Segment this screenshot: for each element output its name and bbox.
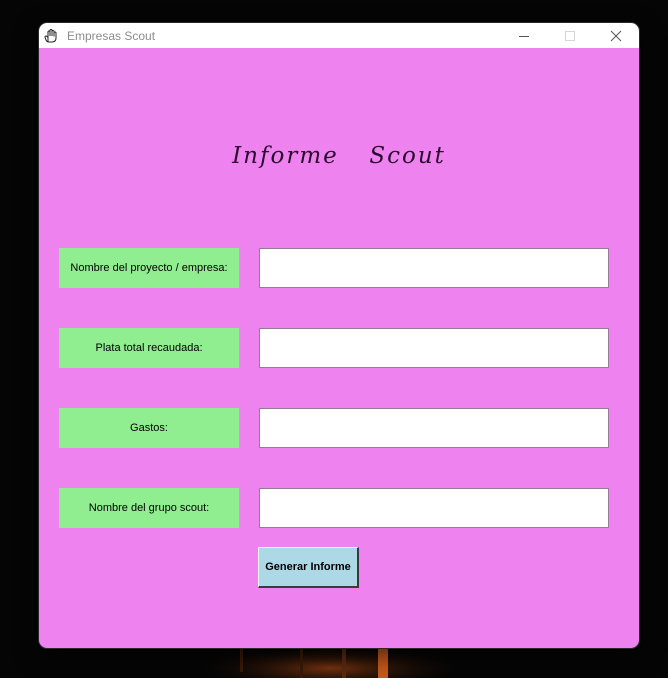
project-name-input[interactable] <box>259 248 609 288</box>
scout-group-input[interactable] <box>259 488 609 528</box>
window-title: Empresas Scout <box>67 28 156 43</box>
scout-group-label: Nombre del grupo scout: <box>59 488 239 528</box>
expenses-label: Gastos: <box>59 408 239 448</box>
expenses-input[interactable] <box>259 408 609 448</box>
hand-icon <box>44 28 58 43</box>
close-icon <box>610 30 622 41</box>
total-raised-input[interactable] <box>259 328 609 368</box>
minimize-icon <box>519 35 529 37</box>
title-bar[interactable]: Empresas Scout <box>39 23 639 48</box>
page-title: Informe Scout <box>232 143 446 169</box>
generate-report-button[interactable]: Generar Informe <box>258 547 359 588</box>
maximize-button[interactable] <box>547 23 593 48</box>
close-button[interactable] <box>593 23 639 48</box>
total-raised-label: Plata total recaudada: <box>59 328 239 368</box>
project-name-label: Nombre del proyecto / empresa: <box>59 248 239 288</box>
form-panel: Informe Scout Nombre del proyecto / empr… <box>39 48 639 648</box>
app-window: Empresas Scout Informe Scout Nombre del … <box>39 23 639 648</box>
maximize-icon <box>565 30 575 41</box>
minimize-button[interactable] <box>501 23 547 48</box>
